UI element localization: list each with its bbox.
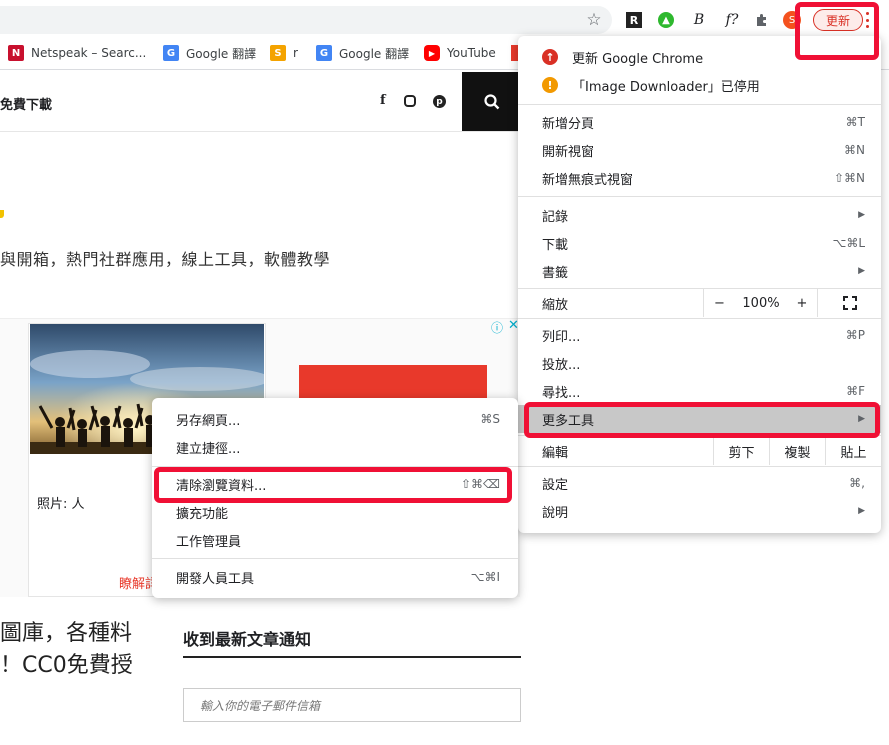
netspeak-icon: N [8,45,24,61]
divider [183,656,521,658]
zoom-out-button[interactable]: − [703,289,735,317]
menu-divider [518,318,881,319]
site-title[interactable]: 免費下載 [0,94,52,113]
fullscreen-icon [842,296,857,310]
bookmarks-item[interactable]: 書籤 ▶ [518,257,881,285]
zoom-in-button[interactable]: + [787,289,817,317]
google-translate-icon: G [316,45,332,61]
find-item[interactable]: 尋找... ⌘F [518,377,881,405]
task-manager-item[interactable]: 工作管理員 [152,526,518,554]
history-item[interactable]: 記錄 ▶ [518,201,881,229]
google-translate-icon: G [163,45,179,61]
youtube-icon: ▶ [424,45,440,61]
address-bar[interactable] [0,6,612,34]
fullscreen-button[interactable] [817,289,881,317]
zoom-row: 縮放 − 100% + [518,289,881,317]
extension-disabled-item[interactable]: ! 「Image Downloader」已停用 [518,71,881,99]
adchoices-icon[interactable]: ⓘ [491,319,503,336]
email-field[interactable]: 輸入你的電子郵件信箱 [183,688,521,722]
settings-item[interactable]: 設定 ⌘, [518,469,881,497]
highlight-clear-data [154,467,512,503]
bookmark-google-translate-2[interactable]: G Google 翻譯 [316,44,409,62]
new-window-item[interactable]: 開新視窗 ⌘N [518,136,881,164]
bookmark-google-translate[interactable]: G Google 翻譯 [163,44,256,62]
create-shortcut-item[interactable]: 建立捷徑... [152,433,518,461]
update-arrow-icon: ↑ [542,49,558,65]
submenu-arrow-icon: ▶ [858,266,865,276]
f-extension-icon[interactable]: f? [720,10,744,30]
ad-caption: 照片: 人 [37,497,85,512]
green-extension-icon[interactable]: ▲ [656,10,676,30]
r-extension-icon[interactable]: R [624,10,644,30]
bookmark-s-icon: S [270,45,286,61]
star-icon[interactable]: ☆ [584,10,604,30]
print-item[interactable]: 列印... ⌘P [518,321,881,349]
instagram-icon[interactable] [404,95,416,107]
puzzle-icon[interactable] [752,10,772,30]
cut-button[interactable]: 剪下 [713,437,769,465]
save-page-item[interactable]: 另存網頁... ⌘S [152,405,518,433]
site-description: 與開箱，熱門社群應用，線上工具，軟體教學 [0,250,331,269]
accent-mark [0,210,4,218]
edit-row: 編輯 剪下 複製 貼上 [518,437,881,465]
highlight-update-menu [795,2,879,60]
copy-button[interactable]: 複製 [769,437,825,465]
b-extension-icon[interactable]: B [689,10,709,30]
menu-divider [152,558,518,559]
zoom-level: 100% [742,295,780,311]
menu-divider [518,466,881,467]
menu-divider [518,104,881,105]
bookmark-partial-icon [511,45,518,61]
bookmark-r[interactable]: S r [270,44,298,62]
cast-item[interactable]: 投放... [518,349,881,377]
paste-button[interactable]: 貼上 [825,437,881,465]
warning-icon: ! [542,77,558,93]
pinterest-icon[interactable]: p [433,95,446,108]
menu-divider [518,196,881,197]
bookmark-youtube[interactable]: ▶ YouTube [424,44,496,62]
downloads-item[interactable]: 下載 ⌥⌘L [518,229,881,257]
bookmark-netspeak[interactable]: N Netspeak – Searc... [8,44,146,62]
facebook-icon[interactable]: f [380,93,386,108]
incognito-item[interactable]: 新增無痕式視窗 ⇧⌘N [518,164,881,192]
highlight-more-tools [524,402,880,438]
notify-title: 收到最新文章通知 [183,630,312,649]
article-heading[interactable]: 圖庫，各種料 ！CC0免費授 [0,618,133,682]
chrome-menu: ↑ 更新 Google Chrome ! 「Image Downloader」已… [518,36,881,533]
search-button[interactable] [462,72,520,131]
submenu-arrow-icon: ▶ [858,210,865,220]
submenu-arrow-icon: ▶ [858,506,865,516]
new-tab-item[interactable]: 新增分頁 ⌘T [518,108,881,136]
developer-tools-item[interactable]: 開發人員工具 ⌥⌘I [152,563,518,591]
search-icon [484,94,500,110]
help-item[interactable]: 說明 ▶ [518,497,881,525]
